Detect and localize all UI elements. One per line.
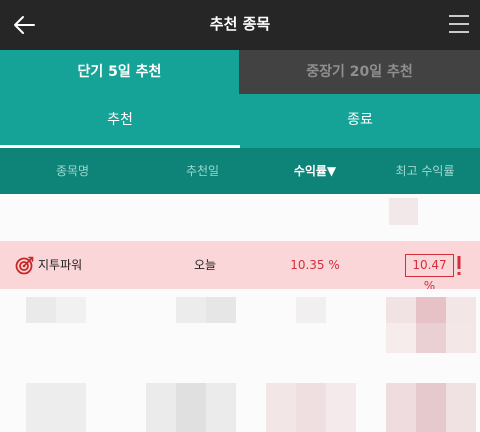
column-header-max-return: 최고 수익률 <box>395 164 455 178</box>
blurred-cell <box>386 297 416 323</box>
tab-closed[interactable]: 종료 <box>240 94 480 148</box>
period-tabs: 단기 5일 추천 중장기 20일 추천 <box>0 50 480 94</box>
menu-button[interactable] <box>448 13 470 35</box>
blurred-cell <box>416 297 446 323</box>
column-header-date: 추천일 <box>185 164 220 178</box>
tab-recommended[interactable]: 추천 <box>0 94 240 148</box>
table-row-blurred <box>0 194 480 241</box>
blurred-cell <box>389 198 418 225</box>
blurred-cell <box>446 383 476 432</box>
table-header: 종목명 추천일 수익률▼ 최고 수익률 <box>0 148 480 194</box>
column-header-return-sort[interactable]: 수익률▼ <box>260 148 370 194</box>
blurred-cell <box>26 297 56 323</box>
blurred-cell <box>446 323 476 353</box>
tab-mid-long-term[interactable]: 중장기 20일 추천 <box>239 50 480 94</box>
status-tabs: 추천 종료 <box>0 94 480 148</box>
blurred-cell <box>386 323 416 353</box>
tab-short-term[interactable]: 단기 5일 추천 <box>0 50 239 94</box>
max-return-rate: 10.47 % <box>405 254 454 293</box>
table-row-blurred <box>0 289 480 353</box>
target-icon <box>15 256 34 275</box>
blurred-cell <box>266 383 296 432</box>
blurred-cell <box>146 383 176 432</box>
alert-icon <box>457 256 461 275</box>
blurred-cell <box>446 297 476 323</box>
blurred-cell <box>206 383 236 432</box>
recommend-date: 오늘 <box>193 258 217 272</box>
page-title: 추천 종목 <box>209 15 271 33</box>
hamburger-menu-icon <box>449 15 469 33</box>
return-rate: 10.35 % <box>290 258 340 272</box>
table-row-blurred <box>0 353 480 432</box>
blurred-cell <box>416 383 446 432</box>
blurred-cell <box>176 383 206 432</box>
blurred-cell <box>326 383 356 432</box>
blurred-cell <box>176 297 206 323</box>
blurred-cell <box>296 297 326 323</box>
app-header: 추천 종목 <box>0 0 480 50</box>
blurred-cell <box>26 383 86 432</box>
column-header-name: 종목명 <box>55 164 90 178</box>
blurred-cell <box>416 323 446 353</box>
blurred-cell <box>56 297 86 323</box>
blurred-cell <box>386 383 416 432</box>
table-row[interactable]: 지투파워 오늘 10.35 % 10.47 % <box>0 241 480 293</box>
blurred-cell <box>206 297 236 323</box>
blurred-cell <box>296 383 326 432</box>
stock-name: 지투파워 <box>38 258 83 272</box>
